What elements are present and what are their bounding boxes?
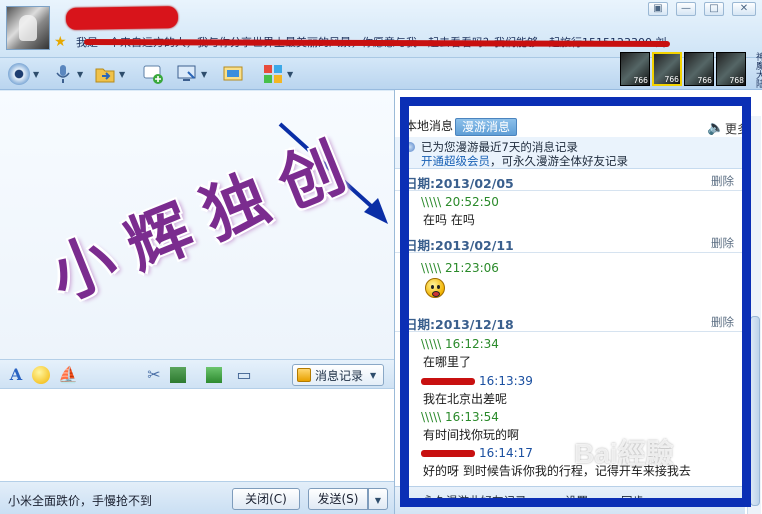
roam-permanent-link[interactable]: 永久漫游此好友记录 (423, 493, 527, 509)
game-item-icon[interactable]: 768 (716, 52, 746, 86)
share-screen-button[interactable] (222, 62, 244, 86)
music-icon[interactable] (206, 367, 222, 383)
date-header: 日期:2013/02/11 删除 (395, 231, 745, 253)
contact-name-redacted (65, 6, 179, 30)
message-header: 16:13:39 (421, 374, 533, 388)
scrollbar-thumb[interactable] (750, 316, 760, 506)
message-text: 在吗 在吗 (423, 213, 475, 227)
delete-link[interactable]: 删除 (711, 314, 734, 330)
emoji-icon (425, 278, 445, 298)
send-options-button[interactable]: ▼ (368, 488, 388, 510)
camera-icon (8, 63, 30, 85)
sender-name: \\\\\ (421, 337, 442, 351)
chevron-down-icon: ▼ (201, 69, 208, 79)
history-scrollbar[interactable] (747, 116, 761, 514)
close-button[interactable]: 关闭(C) (232, 488, 300, 510)
remote-desktop-icon (177, 65, 196, 81)
sender-name-redacted (421, 450, 475, 457)
date-label: 日期:2013/12/18 (405, 317, 514, 332)
chat-add-icon (143, 65, 163, 84)
more-link[interactable]: 更多 (725, 120, 749, 137)
star-icon[interactable]: ★ (54, 35, 68, 49)
message-record-icon (297, 368, 311, 382)
close-window-button[interactable]: ✕ (732, 2, 756, 16)
font-icon[interactable]: A (6, 365, 26, 385)
message-text: 在哪里了 (423, 355, 472, 369)
site-watermark: Bai經驗 (574, 438, 674, 469)
delete-link[interactable]: 删除 (711, 173, 734, 189)
emoji-icon[interactable] (32, 366, 50, 384)
chevron-down-icon: ▼ (33, 69, 40, 79)
bottom-bar: 小米全面跌价，手慢抢不到 关闭(C) 发送(S) ▼ (0, 481, 394, 514)
voice-call-button[interactable]: ▼ (52, 62, 83, 86)
history-tabs: 本地消息 漫游消息 (395, 116, 755, 136)
speaker-icon[interactable]: 🔈 (707, 120, 724, 136)
chevron-down-icon: ▼ (370, 370, 377, 380)
send-file-button[interactable]: ▼ (94, 62, 125, 86)
message-time: 16:14:17 (479, 446, 533, 460)
contact-avatar[interactable] (6, 6, 50, 50)
message-time: 16:12:34 (445, 337, 499, 351)
game-item-icon[interactable]: 766 (620, 52, 650, 86)
video-call-button[interactable]: ▼ (8, 62, 39, 86)
maximize-button[interactable]: □ (704, 2, 724, 16)
roaming-notice: 已为您漫游最近7天的消息记录 开通超级会员，可永久漫游全体好友记录 (395, 137, 745, 169)
message-header: \\\\\ 16:13:54 (421, 410, 499, 424)
shake-window-icon[interactable]: ⛵ (58, 365, 78, 385)
message-text: 我在北京出差呢 (423, 392, 508, 406)
super-vip-link[interactable]: 开通超级会员 (421, 154, 490, 168)
date-header: 日期:2013/12/18 删除 (395, 310, 745, 332)
settings-button[interactable]: 设置 (565, 493, 588, 509)
message-record-label: 消息记录 (315, 368, 364, 383)
sender-name: \\\\\ (421, 195, 442, 209)
tab-local-messages[interactable]: 本地消息 (399, 118, 459, 136)
send-button[interactable]: 发送(S) (308, 488, 368, 510)
date-header: 日期:2013/02/05 删除 (395, 169, 745, 191)
sender-name-redacted (421, 378, 475, 385)
date-label: 日期:2013/02/11 (405, 238, 514, 253)
remote-assist-button[interactable]: ▼ (176, 62, 207, 86)
chevron-down-icon: ▼ (374, 496, 382, 505)
message-text: 有时间找你玩的啊 (423, 428, 520, 442)
ad-link[interactable]: 小米全面跌价，手慢抢不到 (8, 492, 152, 509)
message-input[interactable] (0, 389, 394, 481)
game-item-icon[interactable]: 766 (652, 52, 682, 86)
game-title-label: 神魔大陆 (754, 52, 762, 88)
create-discussion-button[interactable] (142, 62, 164, 86)
tab-roaming-messages[interactable]: 漫游消息 (455, 118, 518, 136)
delete-link[interactable]: 删除 (711, 235, 734, 251)
chevron-down-icon: ▼ (119, 69, 126, 79)
apps-icon (264, 65, 282, 83)
message-header: \\\\\ 21:23:06 (421, 261, 499, 275)
sender-name: \\\\\ (421, 410, 442, 424)
apps-button[interactable]: ▼ (262, 62, 293, 86)
minimize-button[interactable]: — (676, 2, 696, 16)
message-time: 16:13:39 (479, 374, 533, 388)
message-time: 21:23:06 (445, 261, 499, 275)
sender-name: \\\\\ (421, 261, 442, 275)
chevron-down-icon: ▼ (287, 69, 294, 79)
message-time: 20:52:50 (445, 195, 499, 209)
game-item-bar: 766 766 766 768 神魔大陆 (620, 52, 762, 88)
message-header: \\\\\ 20:52:50 (421, 195, 499, 209)
message-record-button[interactable]: 消息记录 ▼ (292, 364, 384, 386)
chat-window-header: ★ 我是一个来自远方的人，我与你分享世界上最美丽的风景，你愿意与我一起去看看吗？… (0, 0, 762, 58)
date-label: 日期:2013/02/05 (405, 176, 514, 191)
sync-button[interactable]: 同步 (621, 493, 644, 509)
window-menu-button[interactable]: ▣ (648, 2, 668, 16)
message-time: 16:13:54 (445, 410, 499, 424)
info-icon (405, 142, 415, 152)
share-screen-icon (223, 66, 243, 81)
history-footer: 永久漫游此好友记录 设置 同步 (395, 486, 745, 514)
notice-rest-text: ，可永久漫游全体好友记录 (490, 154, 628, 168)
folder-transfer-icon (95, 68, 115, 83)
chevron-down-icon: ▼ (77, 69, 84, 79)
screenshot-icon[interactable]: ▭ (234, 365, 254, 385)
message-header: \\\\\ 16:12:34 (421, 337, 499, 351)
game-item-icon[interactable]: 766 (684, 52, 714, 86)
message-header: 16:14:17 (421, 446, 533, 460)
microphone-icon (56, 65, 70, 83)
